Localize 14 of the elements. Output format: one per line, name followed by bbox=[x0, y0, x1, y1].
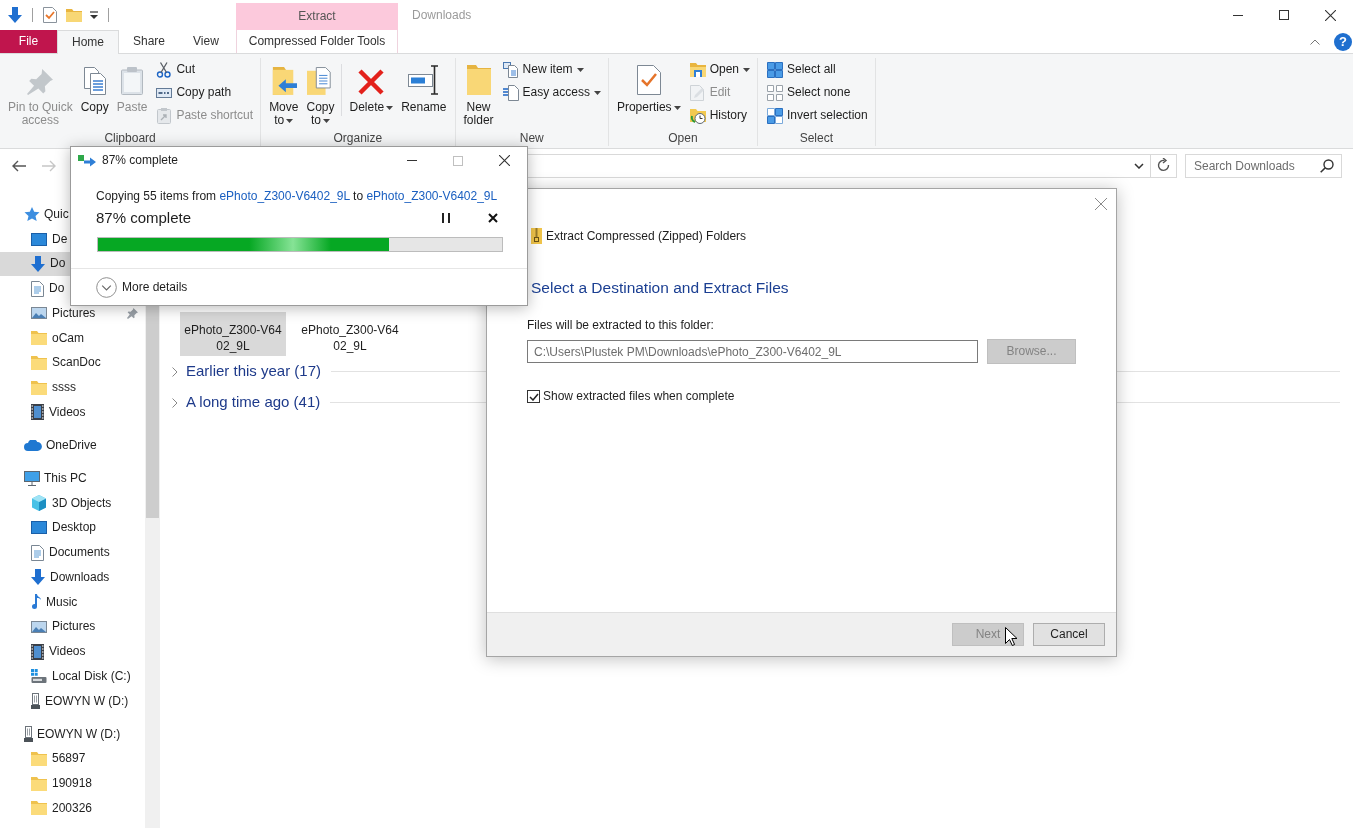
checkbox-label: Show extracted files when complete bbox=[543, 389, 735, 404]
context-tab-group-label: Extract bbox=[236, 3, 398, 30]
copy-message: Copying 55 items from ePhoto_Z300-V6402_9L to ePhoto_Z300-V6402_9L bbox=[96, 188, 499, 204]
group-label: Open bbox=[667, 130, 699, 146]
wizard-heading: Select a Destination and Extract Files bbox=[531, 278, 790, 298]
group-label: Clipboard bbox=[103, 130, 157, 146]
progress-status: 87% complete bbox=[96, 208, 193, 228]
field-label: Files will be extracted to this folder: bbox=[527, 317, 715, 333]
wizard-title: Extract Compressed (Zipped) Folders bbox=[546, 228, 747, 244]
group-label: Organize bbox=[332, 130, 384, 146]
window-title: Downloads bbox=[412, 7, 472, 23]
group-label: Select bbox=[798, 130, 834, 146]
dialog-title: 87% complete bbox=[102, 153, 179, 168]
group-label: New bbox=[518, 130, 545, 146]
